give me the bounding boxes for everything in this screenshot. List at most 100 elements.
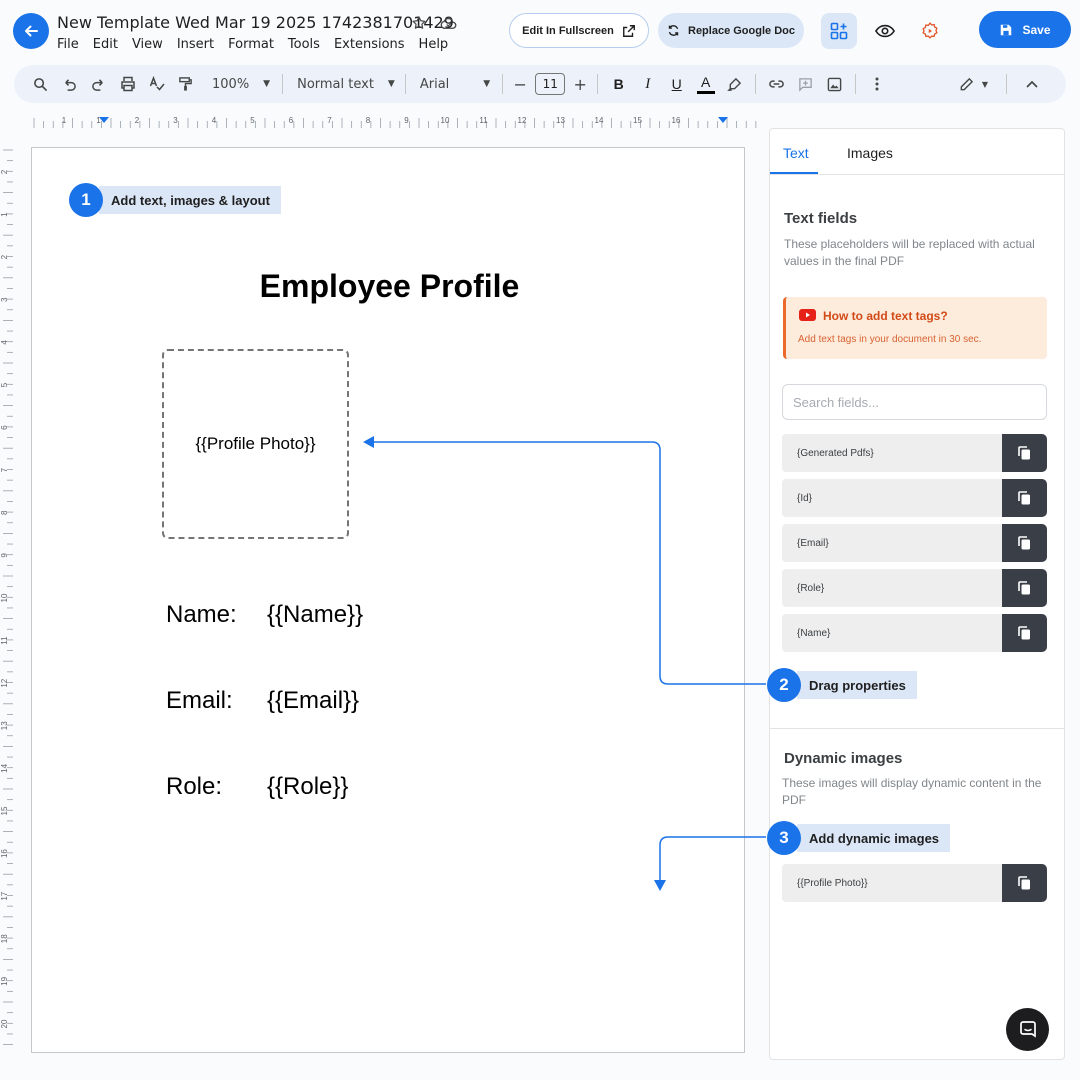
edit-fullscreen-button[interactable]: Edit In Fullscreen (509, 13, 649, 48)
field-chip[interactable]: {Email} (782, 524, 1002, 562)
settings-button[interactable] (912, 13, 948, 49)
ruler-label: 2 (135, 116, 140, 125)
zoom-dropdown[interactable]: 100% ▼ (208, 77, 274, 92)
copy-button[interactable] (1002, 864, 1047, 902)
step-3-badge: 3 Add dynamic images (767, 821, 951, 855)
more-options-button[interactable] (862, 70, 891, 98)
name-placeholder[interactable]: {{Name}} (267, 601, 363, 629)
ruler-margin-marker[interactable] (718, 117, 728, 123)
save-label: Save (1022, 22, 1051, 37)
spellcheck-button[interactable] (142, 70, 171, 98)
insert-image-button[interactable] (820, 70, 849, 98)
copy-button[interactable] (1002, 479, 1047, 517)
profile-photo-placeholder[interactable]: {{Profile Photo}} (162, 349, 349, 539)
cloud-icon[interactable] (440, 13, 458, 33)
menu-extensions[interactable]: Extensions (334, 37, 405, 52)
ruler-label: 14 (595, 116, 604, 125)
role-label[interactable]: Role: (166, 773, 222, 801)
ruler-label: 1 (62, 116, 67, 125)
field-row-name[interactable]: {Name} (782, 614, 1047, 652)
support-chat-button[interactable] (1006, 1008, 1049, 1051)
back-button[interactable] (13, 13, 49, 49)
add-widget-button[interactable] (821, 13, 857, 49)
horizontal-ruler[interactable]: 1 1 2 3 4 5 6 7 8 9 10 11 12 13 14 15 16 (30, 114, 766, 132)
menu-tools[interactable]: Tools (288, 37, 320, 52)
text-tags-help-card[interactable]: How to add text tags? Add text tags in y… (783, 297, 1047, 359)
ruler-label: 2 (0, 169, 9, 174)
image-field-chip[interactable]: {{Profile Photo}} (782, 864, 1002, 902)
active-tab-indicator (770, 172, 818, 174)
highlight-button[interactable] (720, 70, 749, 98)
caret-down-icon: ▼ (483, 79, 491, 89)
ruler-label: 3 (173, 116, 178, 125)
field-chip[interactable]: {Role} (782, 569, 1002, 607)
underline-button[interactable]: U (662, 70, 691, 98)
ruler-label: 10 (0, 593, 9, 602)
document-page[interactable]: 1 Add text, images & layout Employee Pro… (31, 147, 745, 1053)
menu-format[interactable]: Format (228, 37, 274, 52)
add-comment-button[interactable] (791, 70, 820, 98)
vertical-ruler[interactable]: 2123456789101112131415161718192021 (0, 148, 18, 1053)
copy-button[interactable] (1002, 524, 1047, 562)
font-dropdown[interactable]: Arial ▼ (416, 77, 494, 92)
text-color-button[interactable]: A (691, 70, 720, 98)
redo-button[interactable] (84, 70, 113, 98)
italic-button[interactable]: I (633, 70, 662, 98)
paint-roller-icon (179, 77, 192, 91)
add-widget-icon (830, 22, 848, 40)
copy-button[interactable] (1002, 569, 1047, 607)
ruler-label: 1 (0, 212, 9, 217)
star-icon[interactable] (410, 13, 428, 33)
highlighter-icon (727, 77, 742, 91)
field-chip[interactable]: {Id} (782, 479, 1002, 517)
paint-format-button[interactable] (171, 70, 200, 98)
tab-text[interactable]: Text (783, 145, 809, 161)
replace-google-doc-button[interactable]: Replace Google Doc (658, 13, 804, 48)
field-row-email[interactable]: {Email} (782, 524, 1047, 562)
print-button[interactable] (113, 70, 142, 98)
menu-insert[interactable]: Insert (177, 37, 214, 52)
text-color-glyph: A (701, 73, 711, 90)
search-fields-input[interactable] (782, 384, 1047, 420)
save-disk-icon (1001, 24, 1012, 35)
role-placeholder[interactable]: {{Role}} (267, 773, 348, 801)
insert-link-button[interactable] (762, 70, 791, 98)
menu-help[interactable]: Help (419, 37, 449, 52)
field-chip[interactable]: {Name} (782, 614, 1002, 652)
preview-button[interactable] (867, 13, 903, 49)
step-2-badge: 2 Drag properties (767, 668, 917, 702)
hide-menus-button[interactable] (1017, 70, 1046, 98)
menu-file[interactable]: File (57, 37, 79, 52)
menu-view[interactable]: View (132, 37, 163, 52)
field-chip[interactable]: {Generated Pdfs} (782, 434, 1002, 472)
editing-mode-dropdown[interactable]: ▼ (955, 77, 992, 92)
save-button[interactable]: Save (979, 11, 1071, 48)
increase-font-size-button[interactable]: + (569, 70, 591, 98)
field-row-id[interactable]: {Id} (782, 479, 1047, 517)
image-field-row-profile-photo[interactable]: {{Profile Photo}} (782, 864, 1047, 902)
ruler-label: 11 (0, 636, 9, 645)
step-1-badge: 1 Add text, images & layout (69, 183, 281, 217)
search-menus-button[interactable] (26, 70, 55, 98)
ruler-label: 8 (366, 116, 371, 125)
tab-images[interactable]: Images (847, 145, 893, 161)
ruler-label: 12 (0, 678, 9, 687)
decrease-font-size-button[interactable]: − (509, 70, 531, 98)
font-size-input[interactable]: 11 (535, 73, 566, 95)
document-title[interactable]: New Template Wed Mar 19 2025 17423817014… (57, 13, 454, 32)
email-label[interactable]: Email: (166, 687, 233, 715)
name-label[interactable]: Name: (166, 601, 237, 629)
document-heading[interactable]: Employee Profile (32, 268, 746, 305)
copy-button[interactable] (1002, 434, 1047, 472)
field-row-generated-pdfs[interactable]: {Generated Pdfs} (782, 434, 1047, 472)
email-placeholder[interactable]: {{Email}} (267, 687, 359, 715)
bold-button[interactable]: B (604, 70, 633, 98)
copy-button[interactable] (1002, 614, 1047, 652)
menu-edit[interactable]: Edit (93, 37, 118, 52)
step-number: 2 (767, 668, 801, 702)
field-row-role[interactable]: {Role} (782, 569, 1047, 607)
ruler-label: 6 (0, 425, 9, 430)
undo-button[interactable] (55, 70, 84, 98)
help-title[interactable]: How to add text tags? (823, 309, 948, 323)
paragraph-style-dropdown[interactable]: Normal text ▼ (293, 77, 399, 92)
